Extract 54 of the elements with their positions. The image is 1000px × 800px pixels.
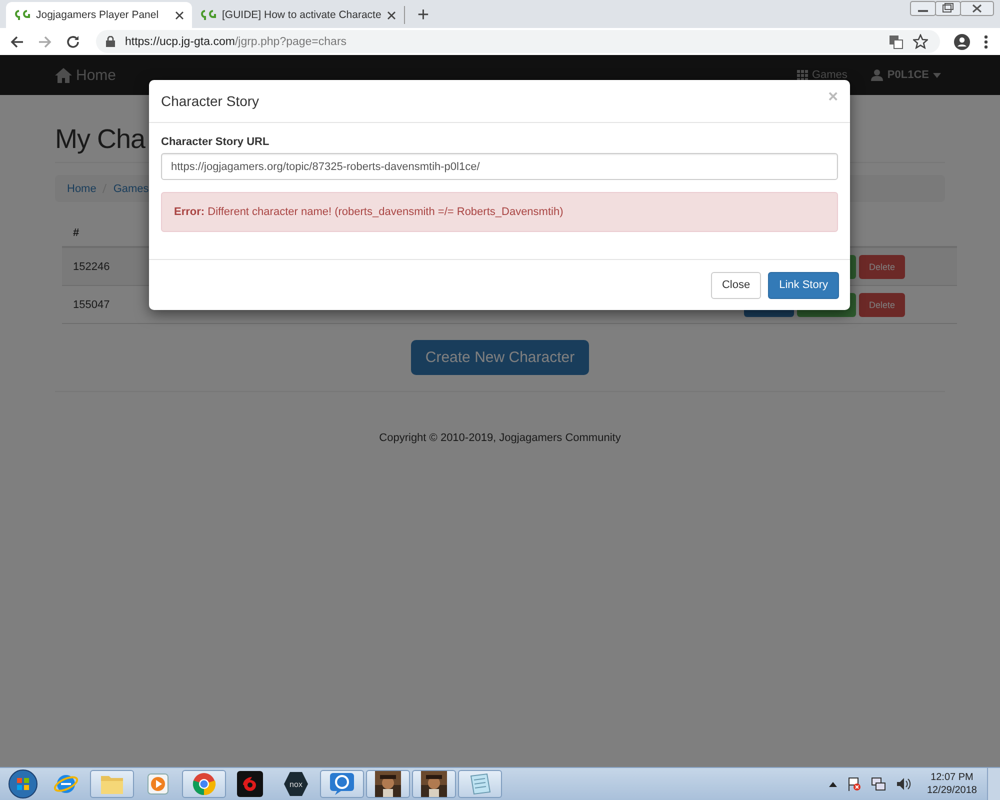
translate-icon[interactable]	[889, 34, 903, 48]
link-story-button[interactable]: Link Story	[768, 272, 839, 298]
time-text: 12:07 PM	[930, 771, 974, 784]
taskbar-button[interactable]	[412, 770, 456, 798]
browser-tab[interactable]: Jogjagamers Player Panel	[6, 2, 192, 28]
window-controls[interactable]	[910, 1, 994, 17]
breadcrumb-link[interactable]: Home	[67, 182, 96, 194]
folder-icon	[100, 773, 124, 795]
flame-icon	[237, 771, 263, 797]
url-input-field[interactable]: https://jogjagamers.org/topic/87325-roberts-davensmtih-p0l1ce/	[161, 153, 838, 180]
back-icon[interactable]	[10, 34, 24, 48]
close-button[interactable]: Close	[710, 272, 762, 298]
taskbar-button[interactable]: nox	[274, 770, 318, 798]
close-icon[interactable]	[175, 10, 184, 20]
browser-tab[interactable]: [GUIDE] How to activate Characte	[192, 6, 406, 24]
menu-icon[interactable]	[984, 34, 988, 48]
globe-icon	[54, 772, 78, 796]
browser-icon	[192, 772, 216, 796]
flag-icon[interactable]	[846, 777, 861, 791]
account-icon[interactable]	[954, 34, 970, 50]
home-icon	[55, 68, 72, 82]
star-icon[interactable]	[913, 34, 928, 49]
create-character-button[interactable]: Create New Character	[411, 340, 589, 375]
date-text: 12/29/2018	[926, 784, 977, 797]
reload-icon[interactable]	[66, 34, 80, 48]
speaker-icon[interactable]	[896, 777, 911, 791]
lock-icon	[106, 36, 115, 47]
favicon-icon	[200, 9, 216, 21]
caret-icon	[933, 72, 941, 78]
delete-button[interactable]: Delete	[858, 254, 905, 278]
start-button[interactable]	[8, 769, 38, 799]
table-cell: 155047	[73, 298, 110, 310]
new-tab-button[interactable]: +	[413, 4, 433, 26]
user-icon	[871, 69, 884, 81]
close-icon[interactable]	[387, 10, 396, 20]
notepad-icon	[468, 772, 492, 796]
field-label: Character Story URL	[161, 136, 270, 148]
copyright-text: Copyright © 2010-2019, Jogjagamers Community	[378, 432, 622, 444]
tray-arrow-icon[interactable]	[828, 782, 837, 786]
error-alert: Error: Different character name! (roberts_davensmith =/= Roberts_Davensmtih)	[161, 192, 838, 232]
address-field[interactable]: https://ucp.jg-gta.com/jgrp.php?page=chars	[96, 30, 940, 53]
taskbar-button[interactable]	[366, 770, 410, 798]
network-icon[interactable]	[870, 777, 886, 791]
favicon-icon	[14, 9, 30, 21]
breadcrumb-link[interactable]: Games	[113, 182, 149, 194]
play-icon	[147, 773, 169, 795]
column-header: #	[73, 226, 80, 238]
table-cell: 152246	[73, 260, 110, 272]
grid-icon	[796, 70, 808, 80]
clock[interactable]: 12:07 PM 12/29/2018	[926, 771, 977, 797]
delete-button[interactable]: Delete	[858, 292, 905, 316]
nox-icon: nox	[284, 772, 308, 796]
chat-icon	[329, 772, 355, 796]
modal-title: Character Story	[161, 93, 260, 109]
